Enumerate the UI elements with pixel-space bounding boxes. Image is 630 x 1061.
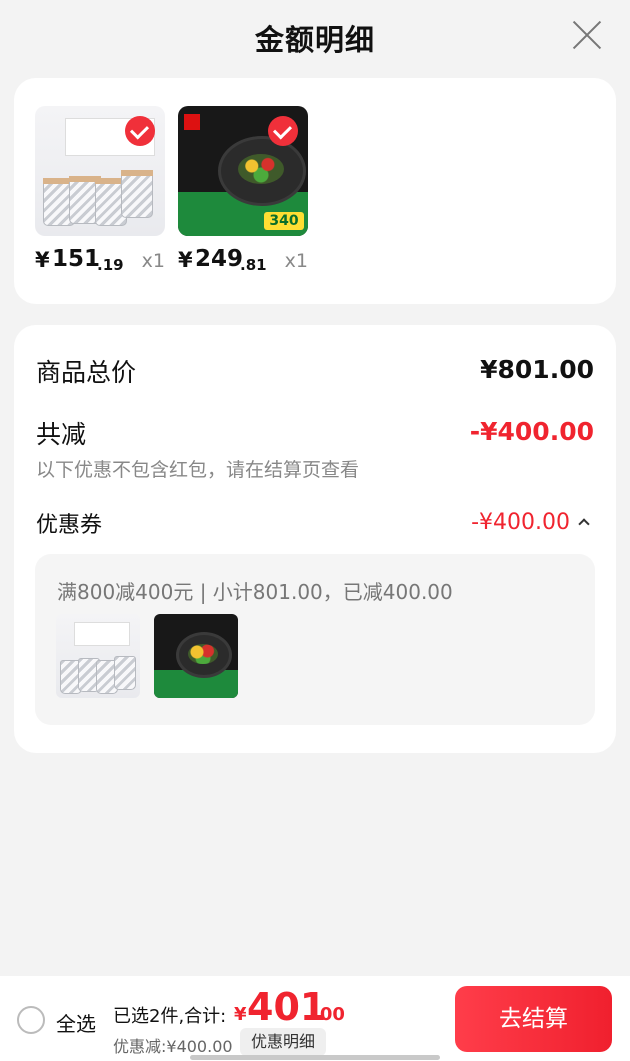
coupon-description: 满800减400元 | 小计801.00，已减400.00: [57, 580, 453, 604]
product-image-wok: 340: [178, 106, 308, 236]
total-price-value: ¥801.00: [480, 355, 594, 384]
chevron-up-icon[interactable]: [578, 518, 590, 530]
product-quantity: x1: [284, 250, 308, 272]
page-title: 金额明细: [254, 23, 375, 57]
coupon-value[interactable]: -¥400.00: [471, 510, 570, 535]
price-decimal: .81: [240, 256, 267, 274]
reduce-label: 共减: [36, 420, 87, 449]
total-price-label: 商品总价: [36, 358, 137, 387]
price-integer: 151: [52, 246, 101, 272]
price-currency: ¥: [35, 248, 50, 272]
product-item[interactable]: ¥ 151 .19 x1: [35, 106, 165, 274]
price-decimal: .19: [97, 256, 124, 274]
product-item[interactable]: 340 ¥ 249 .81 x1: [178, 106, 308, 274]
discount-summary: 优惠减:¥400.00: [113, 1037, 233, 1056]
product-image-glass: [35, 106, 165, 236]
checked-icon[interactable]: [268, 116, 298, 146]
coupon-product-thumb: [154, 614, 238, 698]
price-currency: ¥: [178, 248, 193, 272]
select-all-label[interactable]: 全选: [56, 1008, 96, 1037]
discount-detail-button[interactable]: 优惠明细: [240, 1028, 327, 1056]
close-icon[interactable]: [572, 20, 602, 50]
coupon-product-thumb: [56, 614, 140, 698]
select-all-radio[interactable]: [17, 1006, 45, 1034]
product-price: ¥ 249 .81 x1: [178, 246, 308, 278]
discount-note: 以下优惠不包含红包，请在结算页查看: [36, 459, 360, 481]
product-quantity: x1: [141, 250, 165, 272]
total-currency: ¥: [234, 1004, 247, 1025]
bottom-checkout-bar: 全选 已选2件,合计: ¥ 401 .00 优惠减:¥400.00 优惠明细 去…: [0, 976, 630, 1061]
price-integer: 249: [195, 246, 244, 272]
price-summary-card: 商品总价 ¥801.00 共减 -¥400.00 以下优惠不包含红包，请在结算页…: [14, 325, 616, 753]
checked-icon[interactable]: [125, 116, 155, 146]
product-price: ¥ 151 .19 x1: [35, 246, 165, 278]
image-price-tag: 340: [264, 212, 304, 230]
product-card: ¥ 151 .19 x1 340 ¥ 249 .81 x1: [14, 78, 616, 304]
total-decimal: .00: [313, 1004, 345, 1025]
home-indicator: [190, 1055, 440, 1060]
checkout-button[interactable]: 去结算: [455, 986, 612, 1052]
page-header: 金额明细: [0, 0, 630, 76]
coupon-label: 优惠券: [36, 513, 103, 538]
reduce-value: -¥400.00: [469, 417, 594, 446]
coupon-detail-box: 满800减400元 | 小计801.00，已减400.00: [35, 554, 595, 725]
selected-summary: 已选2件,合计:: [113, 1006, 227, 1027]
